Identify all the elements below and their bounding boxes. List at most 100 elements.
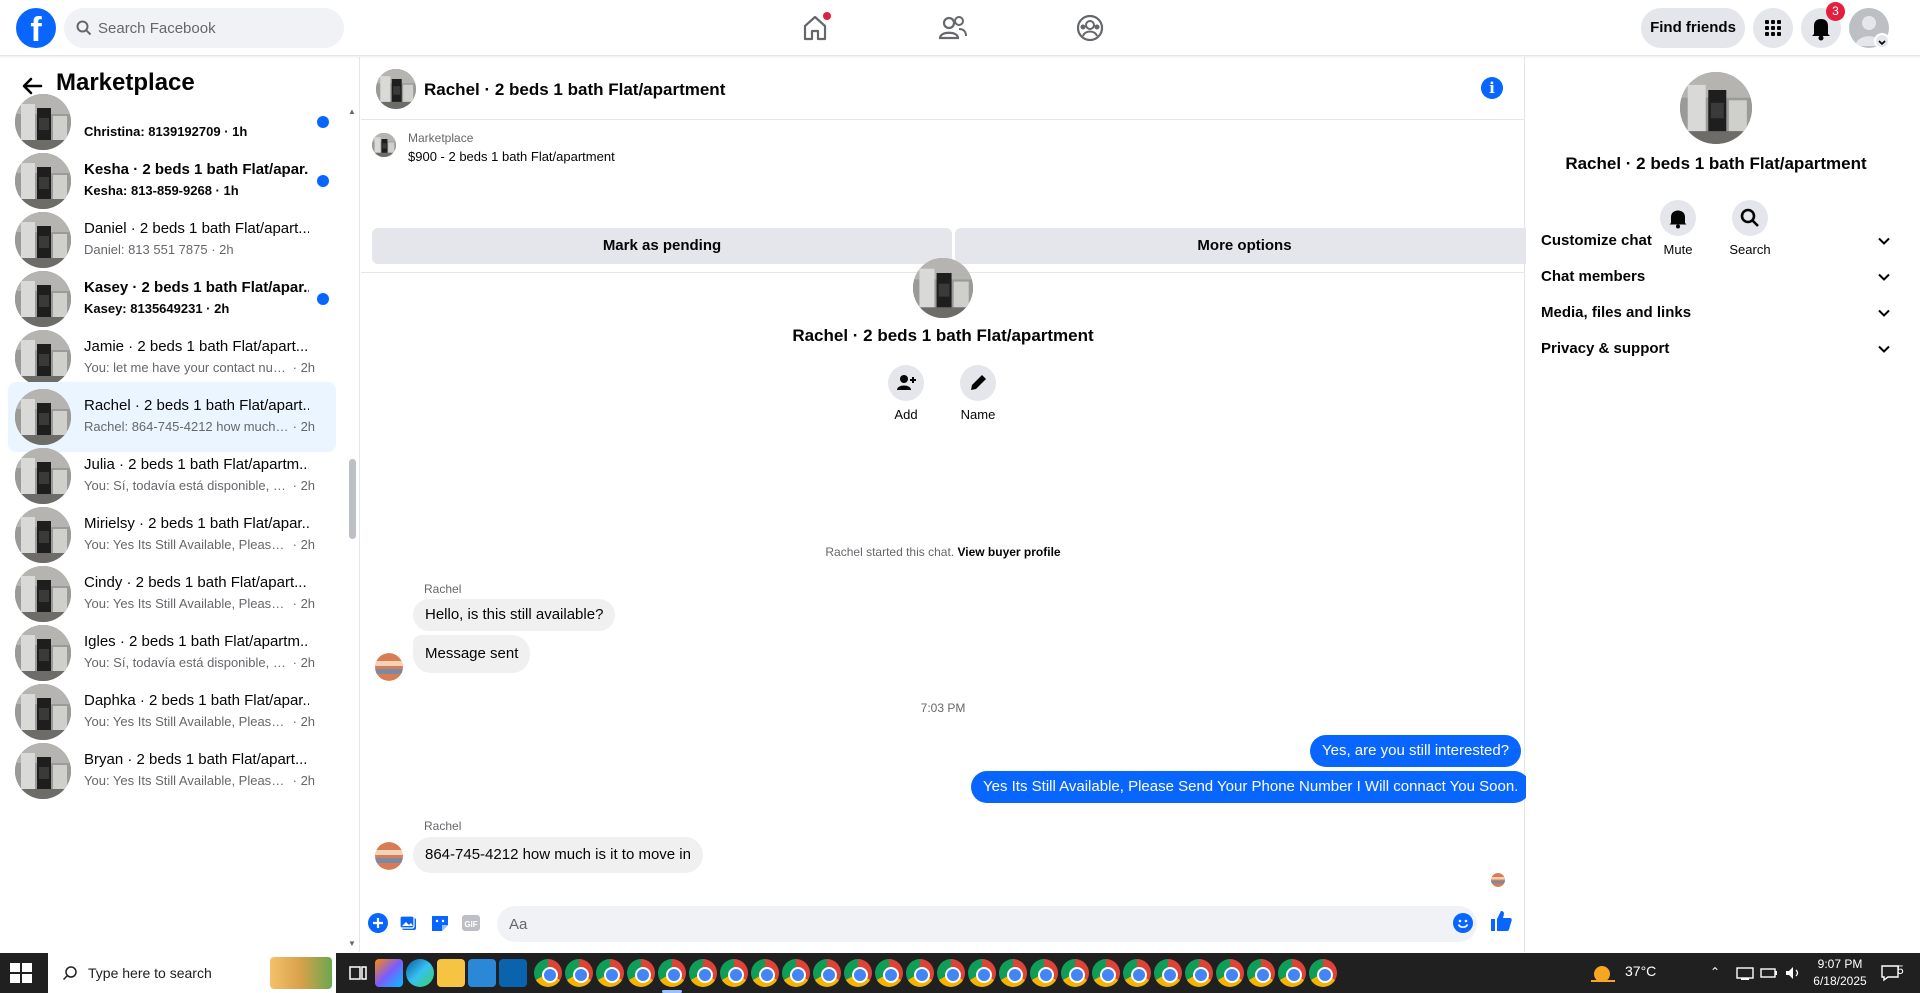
- view-buyer-profile-link[interactable]: View buyer profile: [957, 545, 1060, 559]
- emoji-icon[interactable]: [1453, 913, 1473, 933]
- scroll-down-arrow-icon[interactable]: ▼: [348, 939, 358, 948]
- chrome-window-icon[interactable]: [1123, 959, 1151, 987]
- find-friends-button[interactable]: Find friends: [1641, 8, 1745, 48]
- more-options-button[interactable]: More options: [955, 228, 1534, 264]
- conversation-item[interactable]: Bryan · 2 beds 1 bath Flat/apart... You: …: [8, 736, 336, 806]
- unread-dot: [317, 175, 329, 187]
- outgoing-message[interactable]: Yes Its Still Available, Please Send You…: [971, 771, 1531, 803]
- conversation-thumbnail: [15, 625, 71, 681]
- weather-icon[interactable]: [1588, 961, 1618, 985]
- chrome-window-icon[interactable]: [1247, 959, 1275, 987]
- taskbar-search-input[interactable]: [88, 953, 268, 993]
- search-facebook-input[interactable]: [98, 8, 333, 48]
- taskbar-search-box[interactable]: [48, 953, 336, 993]
- conversation-thumbnail: [15, 448, 71, 504]
- sticker-icon[interactable]: [430, 913, 450, 933]
- friends-icon[interactable]: [935, 10, 971, 46]
- incoming-message[interactable]: 864-745-4212 how much is it to move in: [413, 837, 703, 873]
- hidden-icons-chevron-up-icon[interactable]: ⌃: [1710, 965, 1720, 979]
- chrome-window-icon[interactable]: [751, 959, 779, 987]
- chrome-window-icon[interactable]: [875, 959, 903, 987]
- conversation-thumbnail: [15, 94, 71, 150]
- search-icon: [62, 966, 77, 981]
- chevron-down-icon: [1878, 273, 1890, 281]
- edge-icon[interactable]: [406, 959, 434, 987]
- outgoing-message[interactable]: Yes, are you still interested?: [1310, 735, 1522, 767]
- conversation-thumbnail: [15, 271, 71, 327]
- incoming-message[interactable]: Hello, is this still available?: [413, 599, 616, 631]
- sidebar-scrollbar-thumb[interactable]: [349, 459, 356, 539]
- clock-time: 9:07 PM: [1817, 957, 1863, 971]
- groups-icon[interactable]: [1072, 10, 1108, 46]
- taskbar-clock[interactable]: 9:07 PM 6/18/2025: [1808, 956, 1872, 990]
- gif-icon[interactable]: GIF: [461, 913, 481, 933]
- listing-thumbnail[interactable]: [372, 133, 396, 157]
- weather-temperature[interactable]: 37°C: [1625, 963, 1656, 979]
- chevron-down-icon: [1878, 237, 1890, 245]
- chat-intro-title: Rachel · 2 beds 1 bath Flat/apartment: [792, 326, 1094, 345]
- copilot-icon[interactable]: [375, 959, 403, 987]
- listing-price[interactable]: $900 - 2 beds 1 bath Flat/apartment: [408, 149, 615, 164]
- privacy-support-section[interactable]: Privacy & support: [1541, 328, 1901, 372]
- battery-icon[interactable]: [1760, 965, 1778, 981]
- details-title: Rachel · 2 beds 1 bath Flat/apartment: [1565, 154, 1867, 173]
- chrome-window-icon[interactable]: [689, 959, 717, 987]
- chrome-window-icon[interactable]: [1061, 959, 1089, 987]
- details-avatar[interactable]: [1680, 72, 1752, 144]
- message-input[interactable]: [497, 906, 1477, 942]
- outlook-icon[interactable]: [499, 959, 527, 987]
- store-icon[interactable]: [468, 959, 496, 987]
- chevron-down-icon: [1878, 309, 1890, 317]
- network-icon[interactable]: [1736, 965, 1754, 981]
- name-chat-button[interactable]: Name: [948, 365, 1008, 422]
- chat-title[interactable]: Rachel · 2 beds 1 bath Flat/apartment: [424, 80, 725, 100]
- chrome-window-icon[interactable]: [565, 959, 593, 987]
- chrome-window-icon[interactable]: [844, 959, 872, 987]
- incoming-message[interactable]: Message sent: [413, 635, 531, 673]
- file-explorer-icon[interactable]: [437, 959, 465, 987]
- chat-avatar[interactable]: [376, 69, 416, 109]
- home-icon[interactable]: [797, 10, 833, 46]
- chrome-window-icon[interactable]: [658, 959, 686, 993]
- chrome-window-icon[interactable]: [627, 959, 655, 987]
- chrome-window-icon[interactable]: [1030, 959, 1058, 987]
- conversation-name: Kasey · 2 beds 1 bath Flat/apar...: [84, 279, 309, 296]
- facebook-logo-letter: f: [30, 11, 42, 49]
- chrome-window-icon[interactable]: [1309, 959, 1337, 987]
- chrome-window-icon[interactable]: [596, 959, 624, 987]
- thumbs-up-icon[interactable]: [1489, 909, 1513, 933]
- section-label: Privacy & support: [1541, 340, 1670, 357]
- scroll-up-arrow-icon[interactable]: ▲: [348, 107, 358, 116]
- chat-started-note: Rachel started this chat. View buyer pro…: [361, 545, 1525, 559]
- conversation-preview-line: You: Sí, todavía está disponible, env...…: [84, 655, 316, 670]
- chrome-window-icon[interactable]: [999, 959, 1027, 987]
- sender-avatar[interactable]: [375, 653, 403, 681]
- chrome-window-icon[interactable]: [1278, 959, 1306, 987]
- windows-start-icon[interactable]: [10, 963, 32, 983]
- conversation-name: Kesha · 2 beds 1 bath Flat/apar...: [84, 161, 309, 178]
- info-icon[interactable]: i: [1481, 77, 1503, 99]
- account-chevron-down-icon[interactable]: [1874, 33, 1890, 49]
- chrome-window-icon[interactable]: [906, 959, 934, 987]
- section-label: Media, files and links: [1541, 304, 1692, 321]
- mark-as-pending-button[interactable]: Mark as pending: [372, 228, 952, 264]
- chrome-window-icon[interactable]: [1092, 959, 1120, 987]
- chrome-window-icon[interactable]: [937, 959, 965, 987]
- plus-circle-icon[interactable]: [368, 913, 388, 933]
- task-view-icon[interactable]: [344, 959, 372, 987]
- chrome-window-icon[interactable]: [1185, 959, 1213, 987]
- search-facebook-box[interactable]: [64, 8, 344, 48]
- sender-avatar[interactable]: [375, 842, 403, 870]
- add-people-button[interactable]: Add: [876, 365, 936, 422]
- photo-icon[interactable]: [399, 913, 419, 933]
- menu-button[interactable]: [1753, 8, 1793, 48]
- facebook-logo[interactable]: f: [16, 8, 56, 49]
- chrome-window-icon[interactable]: [534, 959, 562, 987]
- chrome-window-icon[interactable]: [720, 959, 748, 987]
- chrome-window-icon[interactable]: [782, 959, 810, 987]
- chrome-window-icon[interactable]: [813, 959, 841, 987]
- chrome-window-icon[interactable]: [1216, 959, 1244, 987]
- chrome-window-icon[interactable]: [1154, 959, 1182, 987]
- volume-icon[interactable]: [1784, 965, 1802, 981]
- chrome-window-icon[interactable]: [968, 959, 996, 987]
